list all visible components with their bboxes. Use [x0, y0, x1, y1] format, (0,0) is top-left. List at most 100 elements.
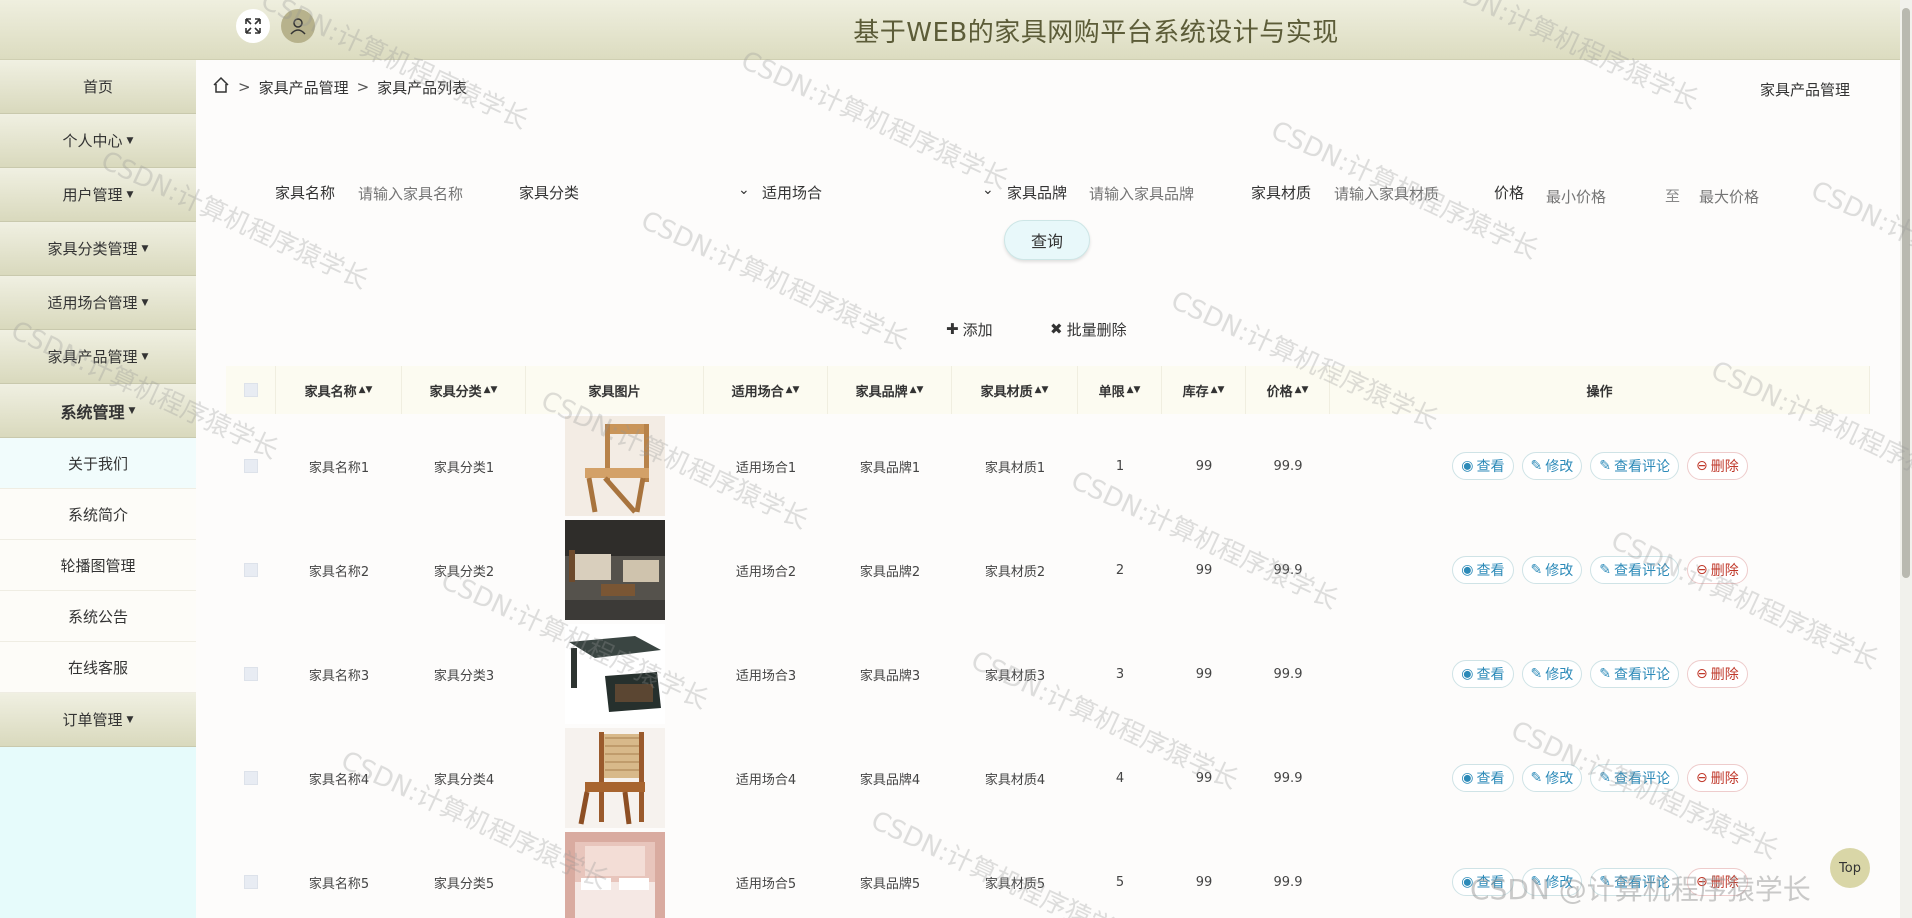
row-checkbox[interactable] — [244, 771, 258, 785]
sidebar-item-personal-center[interactable]: 个人中心 ▼ — [0, 114, 196, 168]
pencil-icon: ✎ — [1599, 458, 1611, 474]
delete-button[interactable]: ⊖ 删除 — [1686, 660, 1748, 688]
sidebar-item-occasion-management[interactable]: 适用场合管理 ▼ — [0, 276, 196, 330]
name-input[interactable] — [358, 180, 488, 208]
column-header[interactable]: 家具材质 ▲▼ — [952, 366, 1078, 414]
sidebar-subitem-announcement[interactable]: 系统公告 — [0, 591, 196, 642]
cell-stock: 99 — [1195, 874, 1213, 890]
sidebar-item-product-management[interactable]: 家具产品管理 ▼ — [0, 330, 196, 384]
product-image[interactable] — [526, 518, 704, 622]
edit-button[interactable]: ✎ 修改 — [1521, 764, 1583, 792]
product-image[interactable] — [526, 414, 704, 518]
column-header[interactable]: 家具分类 ▲▼ — [402, 366, 526, 414]
edit-button[interactable]: ✎ 修改 — [1521, 556, 1583, 584]
cell-name: 家具名称5 — [308, 876, 370, 892]
edit-label: 修改 — [1545, 459, 1574, 475]
cell-price: 99.9 — [1273, 562, 1303, 578]
delete-button[interactable]: ⊖ 删除 — [1686, 556, 1748, 584]
delete-button[interactable]: ⊖ 删除 — [1686, 764, 1748, 792]
breadcrumb-level1[interactable]: 家具产品管理 — [259, 77, 349, 98]
product-table: 家具名称 ▲▼ 家具分类 ▲▼ 家具图片 适用场合 ▲▼ 家具品牌 ▲▼ 家具材质 ▲▼ … — [226, 366, 1870, 918]
cell-name: 家具名称1 — [308, 460, 370, 476]
query-button[interactable]: 查询 — [1004, 220, 1090, 260]
view-reviews-button[interactable]: ✎ 查看评论 — [1590, 452, 1679, 480]
page-name: 家具产品管理 — [1759, 81, 1850, 99]
column-header[interactable]: 适用场合 ▲▼ — [704, 366, 828, 414]
view-label: 查看 — [1476, 771, 1505, 787]
header-label: 操作 — [1586, 384, 1613, 400]
sidebar-item-label: 轮播图管理 — [60, 556, 136, 575]
column-header[interactable]: 家具品牌 ▲▼ — [828, 366, 952, 414]
delete-button[interactable]: ⊖ 删除 — [1686, 452, 1748, 480]
scrollbar-thumb[interactable] — [1902, 8, 1910, 578]
add-button[interactable]: ✚ 添加 — [946, 318, 993, 340]
view-button[interactable]: ◉ 查看 — [1452, 660, 1514, 688]
sidebar-item-label: 关于我们 — [67, 454, 128, 473]
pencil-icon: ✎ — [1530, 666, 1543, 682]
edit-button[interactable]: ✎ 修改 — [1521, 452, 1583, 480]
sidebar-item-home[interactable]: 首页 — [0, 60, 196, 114]
sidebar-subitem-about-us[interactable]: 关于我们 — [0, 438, 196, 489]
batch-delete-button[interactable]: ✖ 批量删除 — [1050, 318, 1127, 340]
edit-label: 修改 — [1545, 771, 1574, 787]
min-price-input[interactable] — [1546, 183, 1656, 211]
sidebar-subitem-online-service[interactable]: 在线客服 — [0, 642, 196, 693]
max-price-input[interactable] — [1699, 183, 1809, 211]
minus-circle-icon: ⊖ — [1695, 458, 1708, 474]
cell-material: 家具材质2 — [984, 564, 1046, 580]
sidebar-item-order-management[interactable]: 订单管理 ▼ — [0, 693, 196, 747]
eye-icon: ◉ — [1461, 562, 1474, 578]
view-reviews-button[interactable]: ✎ 查看评论 — [1590, 764, 1679, 792]
product-image[interactable] — [526, 622, 704, 726]
cell-limit: 4 — [1115, 770, 1125, 786]
edit-button[interactable]: ✎ 修改 — [1521, 660, 1583, 688]
sidebar-item-system-management[interactable]: 系统管理 ▼ — [0, 384, 196, 438]
back-to-top-button[interactable]: Top — [1830, 848, 1870, 888]
view-reviews-button[interactable]: ✎ 查看评论 — [1590, 556, 1679, 584]
material-input[interactable] — [1334, 180, 1464, 208]
product-image[interactable] — [526, 830, 704, 918]
scrollbar[interactable] — [1900, 0, 1912, 918]
sidebar-item-category-management[interactable]: 家具分类管理 ▼ — [0, 222, 196, 276]
cell-occasion: 适用场合5 — [735, 876, 797, 892]
column-header[interactable]: 家具名称 ▲▼ — [276, 366, 402, 414]
select-all-checkbox[interactable] — [243, 383, 258, 397]
row-checkbox[interactable] — [244, 459, 258, 473]
cell-price: 99.9 — [1273, 770, 1303, 786]
chevron-down-icon: ⌄ — [738, 182, 750, 198]
brand-input[interactable] — [1089, 180, 1219, 208]
view-label: 查看 — [1476, 667, 1505, 683]
row-checkbox[interactable] — [244, 875, 258, 889]
view-button[interactable]: ◉ 查看 — [1452, 764, 1514, 792]
sort-icon: ▲▼ — [1034, 385, 1049, 395]
caret-down-icon: ▼ — [128, 405, 136, 416]
pencil-icon: ✎ — [1599, 770, 1611, 786]
sidebar-item-label: 适用场合管理 — [47, 294, 138, 312]
cell-category: 家具分类2 — [433, 564, 495, 580]
row-checkbox[interactable] — [244, 563, 258, 577]
table-row: 家具名称1 家具分类1 适用场合1 家具品牌1 家具材质1 1 99 99.9 … — [226, 414, 1870, 518]
column-header[interactable]: 价格 ▲▼ — [1246, 366, 1330, 414]
table-row: 家具名称3 家具分类3 适用场合3 家具品牌3 家具材质3 3 99 99.9 … — [226, 622, 1870, 726]
view-button[interactable]: ◉ 查看 — [1452, 556, 1514, 584]
sidebar-subitem-system-intro[interactable]: 系统简介 — [0, 489, 196, 540]
column-header: 操作 — [1330, 366, 1870, 414]
occasion-select[interactable]: 适用场合 — [762, 182, 822, 203]
column-header[interactable]: 库存 ▲▼ — [1162, 366, 1246, 414]
row-checkbox[interactable] — [244, 667, 258, 681]
header-label: 价格 — [1266, 384, 1293, 400]
view-button[interactable]: ◉ 查看 — [1452, 452, 1514, 480]
plus-icon: ✚ — [946, 320, 959, 338]
view-reviews-button[interactable]: ✎ 查看评论 — [1590, 660, 1679, 688]
sidebar-subitem-carousel[interactable]: 轮播图管理 — [0, 540, 196, 591]
material-label: 家具材质 — [1251, 184, 1312, 202]
column-header: 家具图片 — [526, 366, 704, 414]
sort-icon: ▲▼ — [1126, 385, 1141, 395]
home-icon[interactable] — [212, 76, 230, 98]
product-image[interactable] — [526, 726, 704, 830]
edit-label: 修改 — [1545, 563, 1574, 579]
caret-down-icon: ▼ — [126, 135, 134, 146]
header-label: 家具品牌 — [855, 384, 908, 400]
column-header[interactable]: 单限 ▲▼ — [1078, 366, 1162, 414]
category-select[interactable]: 家具分类 — [519, 182, 579, 203]
